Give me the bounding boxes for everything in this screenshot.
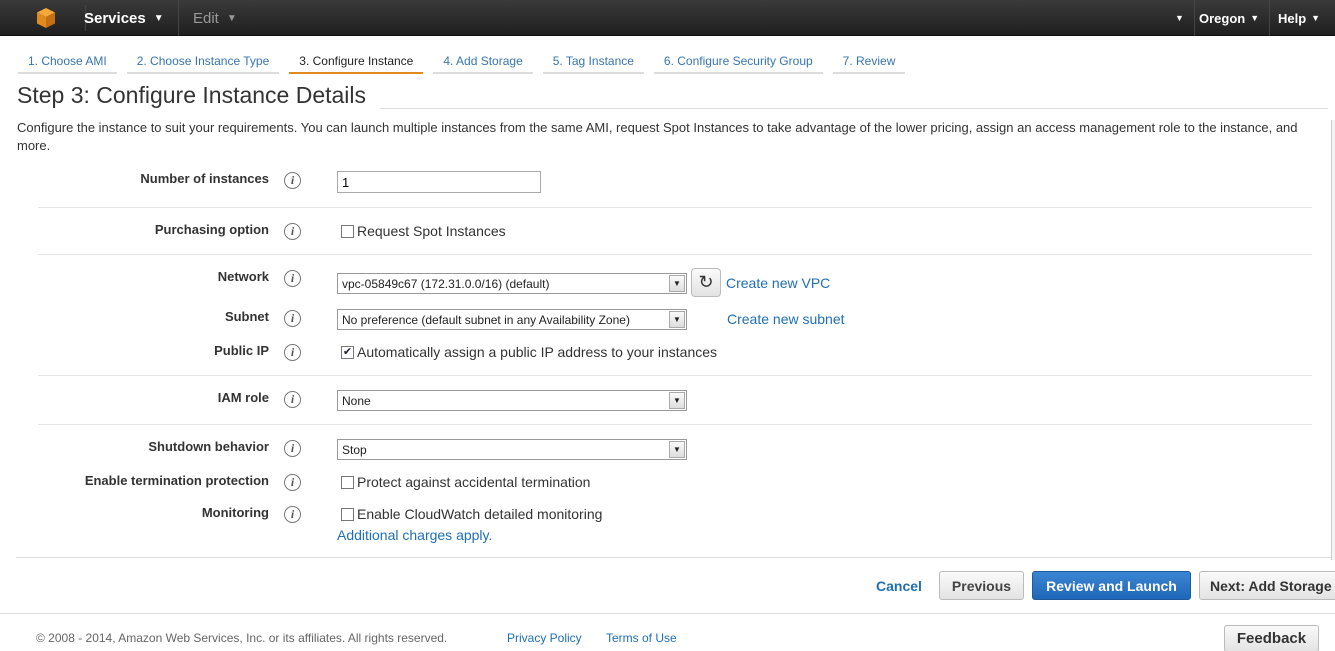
tab-choose-instance-type[interactable]: 2. Choose Instance Type [126,50,280,74]
title-divider [380,108,1328,109]
auto-assign-public-ip-option: ✔ Automatically assign a public IP addre… [341,344,717,360]
actions-divider [16,557,1331,558]
number-of-instances-label: Number of instances [140,171,269,186]
cancel-button[interactable]: Cancel [868,571,930,600]
divider [38,375,1312,376]
review-and-launch-button[interactable]: Review and Launch [1032,571,1191,600]
privacy-policy-link[interactable]: Privacy Policy [507,631,582,645]
request-spot-instances-option: Request Spot Instances [341,223,506,239]
create-new-vpc-link[interactable]: Create new VPC [726,275,830,291]
tab-configure-instance[interactable]: 3. Configure Instance [289,50,424,74]
refresh-icon: ↻ [698,272,714,292]
divider [38,254,1312,255]
info-icon[interactable]: i [284,474,301,491]
iam-role-select[interactable]: None ▼ [337,390,687,411]
tab-choose-ami[interactable]: 1. Choose AMI [18,50,117,74]
footer-divider [0,613,1335,614]
network-selected-value: vpc-05849c67 (172.31.0.0/16) (default) [342,276,550,291]
info-icon[interactable]: i [284,391,301,408]
aws-cube-icon [36,7,56,29]
info-icon[interactable]: i [284,270,301,287]
help-label: Help [1278,10,1307,26]
chevron-down-icon: ▼ [226,12,237,24]
termination-protection-label: Enable termination protection [84,473,269,488]
termination-protection-checkbox-label: Protect against accidental termination [357,474,591,490]
terms-of-use-link[interactable]: Terms of Use [606,631,677,645]
termination-protection-checkbox[interactable] [341,475,354,489]
edit-menu[interactable]: Edit ▼ [181,0,249,36]
iam-role-selected-value: None [342,393,371,408]
info-icon[interactable]: i [284,172,301,189]
next-add-storage-button[interactable]: Next: Add Storage [1199,571,1335,600]
region-menu[interactable]: Oregon ▼ [1189,0,1271,36]
monitoring-label: Monitoring [201,505,269,520]
help-menu[interactable]: Help ▼ [1268,0,1330,36]
request-spot-instances-checkbox[interactable] [341,224,354,238]
network-label: Network [217,269,269,284]
info-icon[interactable]: i [284,310,301,327]
scrollbar[interactable] [1331,120,1335,560]
region-label: Oregon [1199,10,1246,26]
copyright-text: © 2008 - 2014, Amazon Web Services, Inc.… [36,631,448,645]
shutdown-behavior-selected-value: Stop [342,442,367,457]
tab-review[interactable]: 7. Review [832,50,906,74]
chevron-down-icon: ▼ [1175,13,1184,23]
detailed-monitoring-checkbox[interactable] [341,507,354,521]
shutdown-behavior-select[interactable]: Stop ▼ [337,439,687,460]
iam-role-label: IAM role [217,390,269,405]
previous-button[interactable]: Previous [939,571,1024,600]
subnet-label: Subnet [224,309,269,324]
top-navigation-bar: Services ▼ Edit ▼ ▼ Oregon ▼ Help ▼ [0,0,1335,36]
chevron-down-icon: ▼ [669,275,685,292]
auto-assign-public-ip-checkbox[interactable]: ✔ [341,345,354,359]
purchasing-option-label: Purchasing option [154,222,269,237]
info-icon[interactable]: i [284,440,301,457]
refresh-networks-button[interactable]: ↻ [691,268,721,297]
tab-tag-instance[interactable]: 5. Tag Instance [542,50,644,74]
termination-protection-option: Protect against accidental termination [341,474,590,490]
detailed-monitoring-option: Enable CloudWatch detailed monitoring [341,506,602,522]
services-label: Services [84,9,146,27]
edit-label: Edit [193,9,219,27]
tab-configure-security-group[interactable]: 6. Configure Security Group [653,50,823,74]
chevron-down-icon: ▼ [1250,13,1260,23]
chevron-down-icon: ▼ [153,12,164,24]
chevron-down-icon: ▼ [669,441,685,458]
network-select[interactable]: vpc-05849c67 (172.31.0.0/16) (default) ▼ [337,273,687,294]
tab-add-storage[interactable]: 4. Add Storage [433,50,533,74]
request-spot-instances-label: Request Spot Instances [357,223,506,239]
info-icon[interactable]: i [284,506,301,523]
feedback-button[interactable]: Feedback [1224,625,1319,651]
services-menu[interactable]: Services ▼ [70,0,179,36]
detailed-monitoring-label: Enable CloudWatch detailed monitoring [357,506,603,522]
number-of-instances-input[interactable] [337,171,541,193]
divider [38,207,1312,208]
auto-assign-public-ip-label: Automatically assign a public IP address… [357,344,718,360]
shutdown-behavior-label: Shutdown behavior [148,439,269,454]
info-icon[interactable]: i [284,344,301,361]
create-new-subnet-link[interactable]: Create new subnet [727,311,845,327]
chevron-down-icon: ▼ [669,311,685,328]
page-title: Step 3: Configure Instance Details [17,82,367,108]
divider [38,424,1312,425]
subnet-selected-value: No preference (default subnet in any Ava… [342,312,630,327]
additional-charges-link[interactable]: Additional charges apply. [337,527,492,543]
page-description: Configure the instance to suit your requ… [17,120,1298,153]
chevron-down-icon: ▼ [1311,13,1321,23]
wizard-steps: 1. Choose AMI 2. Choose Instance Type 3.… [18,50,915,74]
info-icon[interactable]: i [284,223,301,240]
chevron-down-icon: ▼ [669,392,685,409]
subnet-select[interactable]: No preference (default subnet in any Ava… [337,309,687,330]
public-ip-label: Public IP [214,343,269,358]
